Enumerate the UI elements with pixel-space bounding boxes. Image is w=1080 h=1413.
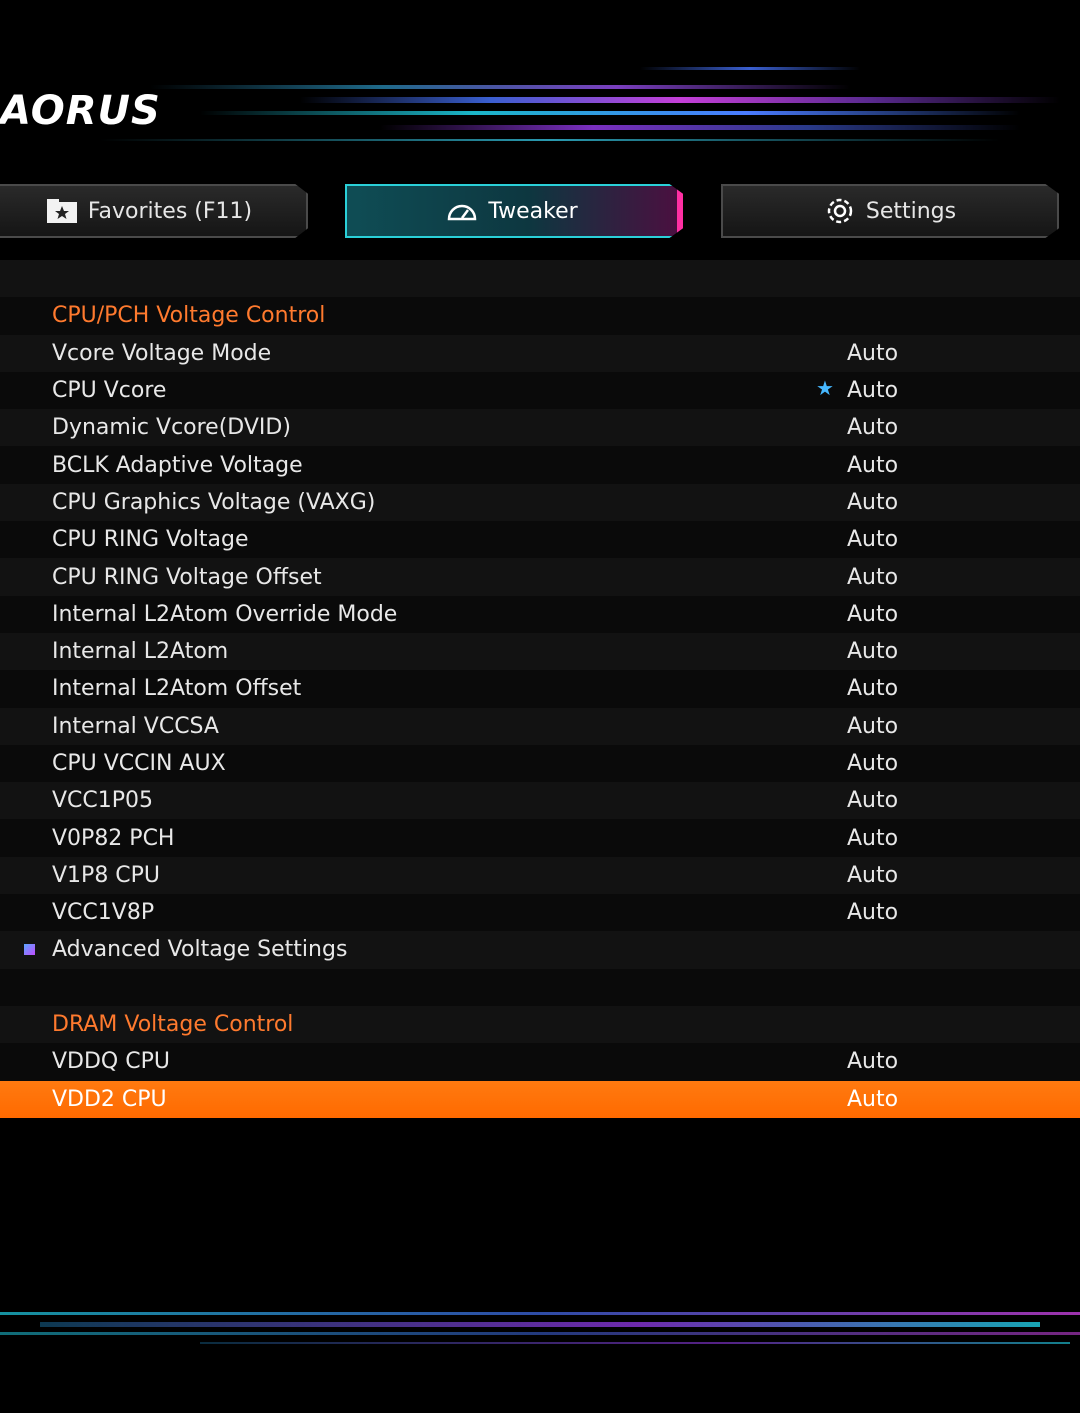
setting-row[interactable]: CPU VCCIN AUX Auto — [0, 744, 1080, 783]
tab-tweaker[interactable]: Tweaker — [345, 184, 683, 238]
setting-row[interactable]: Vcore Voltage Mode Auto — [0, 334, 1080, 372]
setting-value[interactable]: Auto — [847, 863, 898, 888]
setting-label: V0P82 PCH — [52, 825, 175, 851]
setting-label: Internal L2Atom Offset — [52, 676, 302, 702]
section-title: CPU/PCH Voltage Control — [52, 303, 326, 329]
tab-settings-label: Settings — [865, 198, 957, 224]
setting-value[interactable]: Auto — [847, 788, 898, 813]
favorite-star-icon[interactable]: ★ — [816, 376, 834, 400]
section-header: DRAM Voltage Control — [0, 1005, 1080, 1044]
setting-row[interactable]: CPU RING Voltage Auto — [0, 521, 1080, 559]
setting-value[interactable]: Auto — [847, 565, 898, 590]
setting-value[interactable]: Auto — [847, 602, 898, 627]
setting-value[interactable]: Auto — [847, 490, 898, 515]
setting-value[interactable]: Auto — [847, 378, 898, 403]
section-title: DRAM Voltage Control — [52, 1012, 294, 1038]
setting-value[interactable]: Auto — [847, 341, 898, 366]
setting-value[interactable]: Auto — [847, 900, 898, 925]
setting-row[interactable]: CPU Graphics Voltage (VAXG) Auto — [0, 483, 1080, 522]
section-header: CPU/PCH Voltage Control — [0, 297, 1080, 335]
header-banner — [0, 55, 1080, 155]
setting-value[interactable]: Auto — [847, 1087, 898, 1112]
setting-row[interactable]: V1P8 CPU Auto — [0, 856, 1080, 895]
setting-row[interactable]: VDDQ CPU Auto — [0, 1043, 1080, 1081]
setting-label: BCLK Adaptive Voltage — [52, 452, 303, 478]
tab-favorites[interactable]: Favorites (F11) — [0, 184, 308, 238]
setting-label: Internal VCCSA — [52, 713, 219, 739]
submenu-bullet-icon — [24, 944, 35, 956]
setting-row[interactable]: CPU Vcore ★ Auto — [0, 371, 1080, 410]
star-folder-icon — [46, 198, 78, 224]
setting-value[interactable]: Auto — [847, 714, 898, 739]
setting-row[interactable]: Dynamic Vcore(DVID) Auto — [0, 409, 1080, 447]
tab-tweaker-label: Tweaker — [488, 198, 578, 224]
setting-label: CPU RING Voltage — [52, 527, 249, 553]
setting-value[interactable]: Auto — [847, 751, 898, 776]
setting-value[interactable]: Auto — [847, 676, 898, 701]
footer-decoration — [0, 1312, 1080, 1344]
setting-label: CPU Graphics Voltage (VAXG) — [52, 489, 376, 515]
setting-value[interactable]: Auto — [847, 415, 898, 440]
bios-screen: AORUS Favorites (F11) Tweaker Settings C… — [0, 0, 1080, 1413]
aorus-logo: AORUS — [0, 88, 161, 134]
setting-value[interactable]: Auto — [847, 527, 898, 552]
setting-row[interactable]: Internal L2Atom Offset Auto — [0, 670, 1080, 708]
setting-value[interactable]: Auto — [847, 453, 898, 478]
tab-settings[interactable]: Settings — [721, 184, 1059, 238]
setting-label: Internal L2Atom Override Mode — [52, 601, 398, 627]
setting-label: CPU VCCIN AUX — [52, 751, 226, 776]
speedometer-icon — [446, 200, 478, 222]
setting-row[interactable]: VCC1P05 Auto — [0, 782, 1080, 820]
settings-list: CPU/PCH Voltage Control Vcore Voltage Mod… — [0, 260, 1080, 1118]
setting-label: Internal L2Atom — [52, 639, 229, 665]
setting-value[interactable]: Auto — [847, 1049, 898, 1074]
setting-label: Advanced Voltage Settings — [52, 937, 348, 963]
setting-row[interactable]: V0P82 PCH Auto — [0, 819, 1080, 857]
setting-row[interactable]: BCLK Adaptive Voltage Auto — [0, 446, 1080, 484]
setting-label: VCC1V8P — [52, 900, 155, 926]
setting-label: VDDQ CPU — [52, 1049, 170, 1075]
setting-label: V1P8 CPU — [52, 862, 161, 888]
setting-value[interactable]: Auto — [847, 639, 898, 664]
setting-row[interactable]: Internal VCCSA Auto — [0, 707, 1080, 745]
setting-label: Vcore Voltage Mode — [52, 340, 272, 366]
setting-row[interactable]: Internal L2Atom Override Mode Auto — [0, 595, 1080, 633]
tab-favorites-label: Favorites (F11) — [87, 198, 253, 224]
setting-row[interactable]: CPU RING Voltage Offset Auto — [0, 558, 1080, 596]
blank-row — [0, 968, 1080, 1006]
setting-row[interactable]: Internal L2Atom Auto — [0, 632, 1080, 671]
setting-label: Dynamic Vcore(DVID) — [52, 415, 291, 441]
setting-value[interactable]: Auto — [847, 826, 898, 851]
setting-label: CPU Vcore — [52, 378, 167, 404]
setting-label: VCC1P05 — [52, 788, 154, 814]
blank-row — [0, 260, 1080, 298]
gear-icon — [824, 195, 856, 227]
setting-row[interactable]: VCC1V8P Auto — [0, 894, 1080, 932]
submenu-item[interactable]: Advanced Voltage Settings — [0, 931, 1080, 969]
setting-label: VDD2 CPU — [52, 1086, 167, 1112]
setting-row-selected[interactable]: VDD2 CPU Auto — [0, 1080, 1080, 1118]
setting-label: CPU RING Voltage Offset — [52, 564, 322, 590]
